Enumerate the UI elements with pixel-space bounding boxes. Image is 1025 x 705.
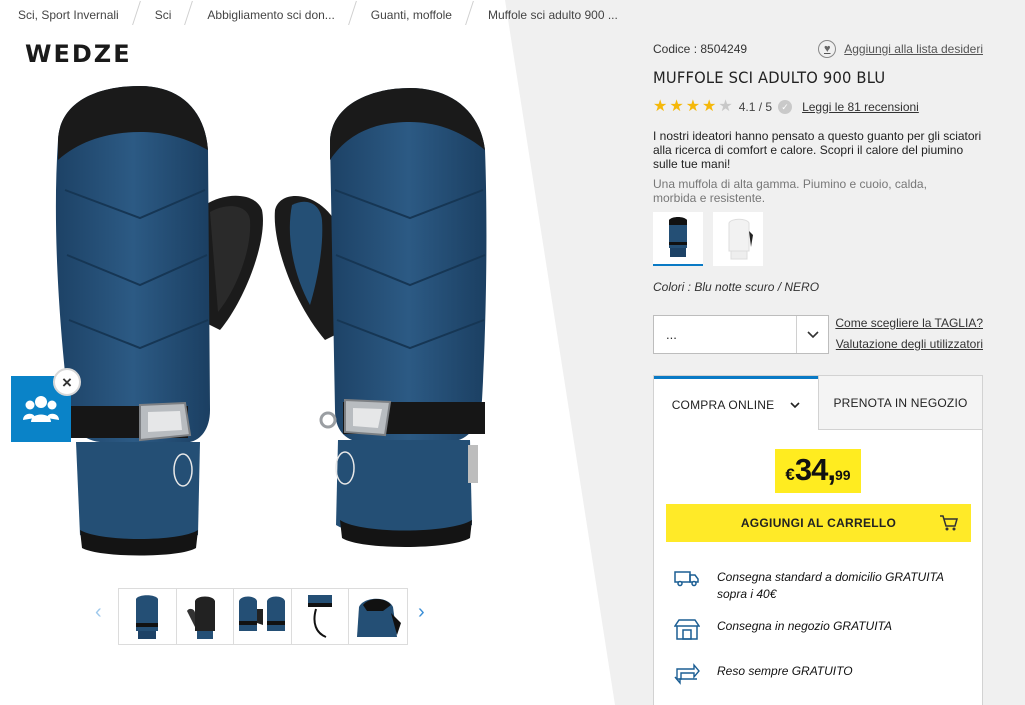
chevron-down-icon[interactable] xyxy=(796,316,828,353)
price-cents: 99 xyxy=(835,467,851,483)
color-swatch-blue[interactable] xyxy=(653,212,703,266)
mittens-illustration xyxy=(55,86,487,556)
purchase-box: COMPRA ONLINE PRENOTA IN NEGOZIO € 34, 9… xyxy=(653,375,983,705)
left-mitten xyxy=(55,86,263,556)
breadcrumb-label[interactable]: Abbigliamento sci don... xyxy=(207,8,334,22)
add-to-cart-label: AGGIUNGI AL CARRELLO xyxy=(740,516,897,530)
thumbnail-image[interactable] xyxy=(119,589,177,644)
breadcrumb-item[interactable]: Muffole sci adulto 900 ... xyxy=(470,8,636,22)
breadcrumb: Sci, Sport Invernali Sci Abbigliamento s… xyxy=(0,0,640,30)
product-main-image[interactable] xyxy=(40,80,510,560)
read-reviews-link[interactable]: Leggi le 81 recensioni xyxy=(802,100,919,114)
size-links: Come scegliere la TAGLIA? Valutazione de… xyxy=(835,313,983,355)
colors-label: Colori : Blu notte scuro / NERO xyxy=(653,280,820,294)
product-title: MUFFOLE SCI ADULTO 900 BLU xyxy=(653,68,886,87)
rating-row: ★ ★ ★ ★ ★ 4.1 / 5 ✓ Leggi le 81 recensio… xyxy=(653,99,919,115)
breadcrumb-label[interactable]: Sci, Sport Invernali xyxy=(18,8,119,22)
delivery-home-info: Consegna standard a domicilio GRATUITA s… xyxy=(674,569,957,603)
product-description: I nostri ideatori hanno pensato a questo… xyxy=(653,129,982,171)
price-tag: € 34, 99 xyxy=(775,449,861,493)
size-select[interactable]: ... xyxy=(653,315,829,354)
breadcrumb-item[interactable]: Sci xyxy=(137,1,194,25)
product-code-row: Codice : 8504249 ♥ Aggiungi alla lista d… xyxy=(653,40,983,58)
tab-buy-online-label: COMPRA ONLINE xyxy=(671,397,775,412)
size-guide-link[interactable]: Come scegliere la TAGLIA? xyxy=(835,313,983,334)
thumbnails-prev-arrow[interactable]: ‹ xyxy=(95,601,102,624)
delivery-store-info: Consegna in negozio GRATUITA xyxy=(673,618,957,643)
breadcrumb-item[interactable]: Sci, Sport Invernali xyxy=(0,1,141,25)
breadcrumb-item[interactable]: Abbigliamento sci don... xyxy=(189,1,357,25)
size-select-value: ... xyxy=(666,327,677,342)
thumbnail-image[interactable] xyxy=(177,589,235,644)
add-to-cart-button[interactable]: AGGIUNGI AL CARRELLO xyxy=(666,504,971,542)
star-icon: ★ xyxy=(702,98,717,115)
breadcrumb-item[interactable]: Guanti, moffole xyxy=(353,1,474,25)
chevron-down-icon xyxy=(790,398,800,412)
wishlist-label[interactable]: Aggiungi alla lista desideri xyxy=(844,42,983,56)
delivery-home-text: Consegna standard a domicilio GRATUITA s… xyxy=(717,570,944,601)
verified-check-icon: ✓ xyxy=(778,100,793,114)
return-info: Reso sempre GRATUITO xyxy=(674,663,957,688)
breadcrumb-label[interactable]: Guanti, moffole xyxy=(371,8,452,22)
close-icon[interactable]: × xyxy=(53,368,81,396)
return-text: Reso sempre GRATUITO xyxy=(717,664,853,678)
cart-icon xyxy=(939,514,959,535)
star-icon: ★ xyxy=(653,98,668,115)
delivery-store-text: Consegna in negozio GRATUITA xyxy=(717,619,892,633)
thumbnail-strip xyxy=(118,588,408,645)
tab-reserve-label: PRENOTA IN NEGOZIO xyxy=(833,395,968,410)
purchase-tabs: COMPRA ONLINE PRENOTA IN NEGOZIO xyxy=(654,376,982,430)
star-icon: ★ xyxy=(669,98,684,115)
thumbnail-image[interactable] xyxy=(349,589,407,644)
add-to-wishlist-link[interactable]: ♥ Aggiungi alla lista desideri xyxy=(818,40,983,58)
color-swatches xyxy=(653,212,773,266)
tab-reserve-in-store[interactable]: PRENOTA IN NEGOZIO xyxy=(818,376,982,430)
rating-value: 4.1 / 5 xyxy=(738,100,773,114)
color-swatch-white[interactable] xyxy=(713,212,763,266)
star-empty-icon: ★ xyxy=(718,98,733,115)
return-icon xyxy=(674,663,702,688)
breadcrumb-label[interactable]: Muffole sci adulto 900 ... xyxy=(488,8,618,22)
heart-icon: ♥ xyxy=(818,40,837,58)
truck-icon xyxy=(674,569,702,603)
thumbnail-image[interactable] xyxy=(234,589,292,644)
user-ratings-link[interactable]: Valutazione degli utilizzatori xyxy=(835,334,983,355)
users-group-icon xyxy=(23,396,59,422)
tab-buy-online[interactable]: COMPRA ONLINE xyxy=(654,376,818,430)
store-icon xyxy=(673,618,702,643)
brand-logo[interactable]: WEDZE xyxy=(25,40,132,68)
thumbnail-image[interactable] xyxy=(292,589,350,644)
thumbnails-next-arrow[interactable]: › xyxy=(418,601,425,624)
breadcrumb-label[interactable]: Sci xyxy=(155,8,172,22)
star-icon: ★ xyxy=(685,98,701,115)
product-subdescription: Una muffola di alta gamma. Piumino e cuo… xyxy=(653,177,927,205)
product-code: Codice : 8504249 xyxy=(653,42,748,56)
price-currency: € xyxy=(785,465,795,484)
right-mitten xyxy=(274,88,487,547)
price-integer: 34, xyxy=(794,452,836,487)
